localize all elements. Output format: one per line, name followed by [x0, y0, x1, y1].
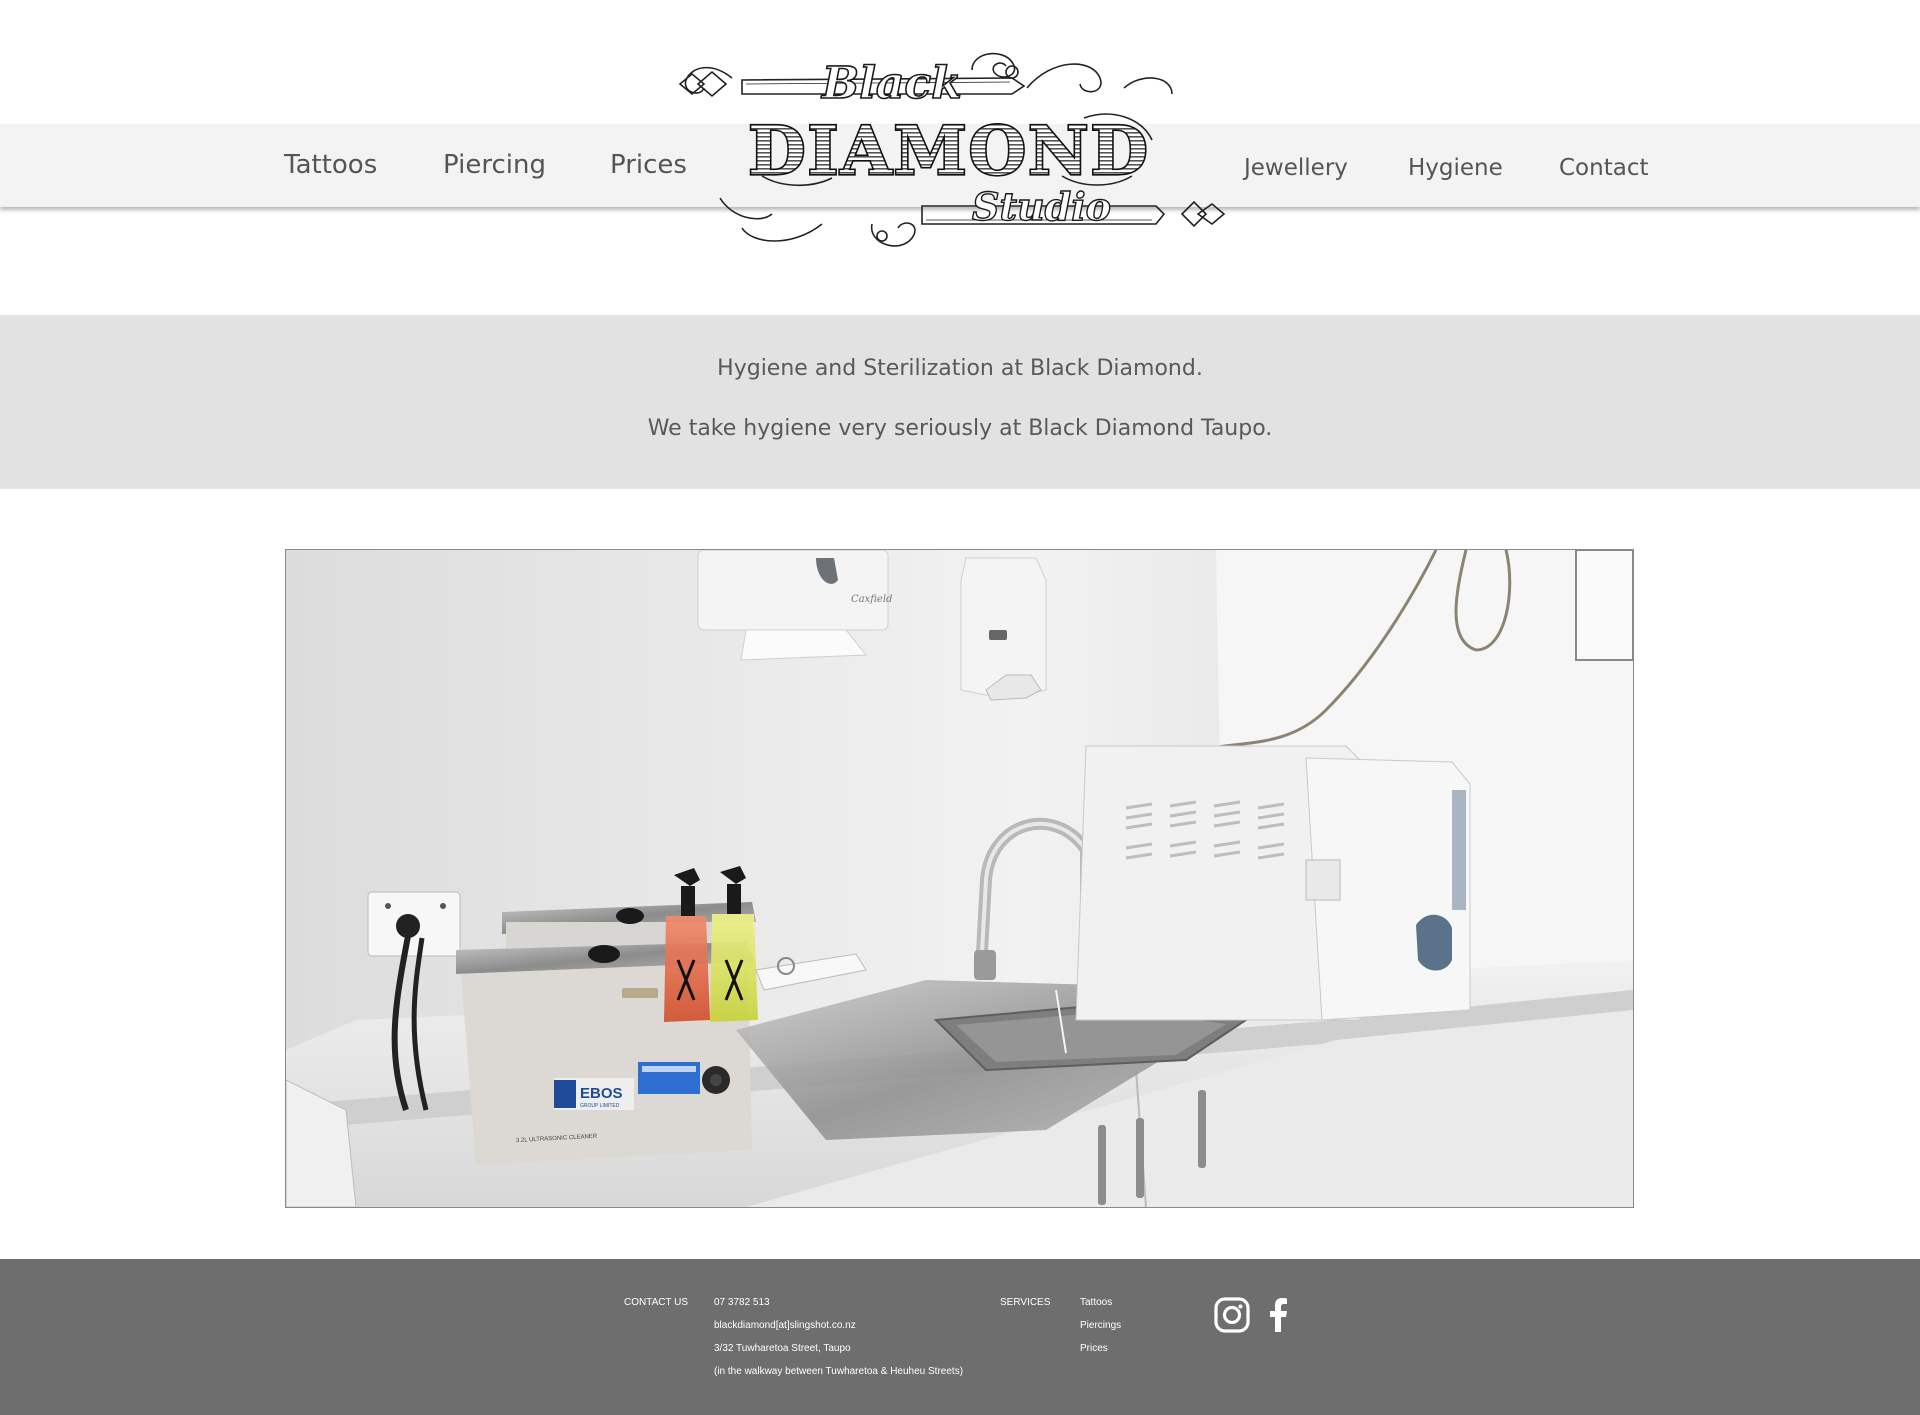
instagram-icon[interactable] [1213, 1296, 1251, 1334]
dispenser-brand: Caxfield [851, 594, 892, 605]
intro-text: We take hygiene very seriously at Black … [647, 416, 1273, 441]
logo-word-diamond-fill: DIAMOND [748, 112, 1149, 190]
footer-address: 3/32 Tuwharetoa Street, Taupo [714, 1343, 851, 1354]
footer-contact-heading: CONTACT US [624, 1297, 689, 1308]
cleaner-subtitle: GROUP LIMITED [580, 1103, 620, 1109]
cleaner-brand: EBOS [580, 1085, 623, 1102]
logo-word-black: Black [820, 58, 962, 109]
page: Tattoos Piercing Prices Jewellery Hygien… [0, 0, 1920, 1415]
nav-link-tattoos[interactable]: Tattoos [284, 150, 377, 180]
hygiene-room-photo: Caxfield EBOS GROUP LIMITED 3.2L ULTRASO… [285, 549, 1634, 1208]
footer-services-heading: SERVICES [1000, 1297, 1051, 1308]
footer-link-tattoos[interactable]: Tattoos [1080, 1297, 1112, 1308]
brand-logo[interactable]: Black DIAMOND DIAMOND Studio [672, 48, 1226, 258]
nav-link-contact[interactable]: Contact [1559, 155, 1648, 181]
nav-link-jewellery[interactable]: Jewellery [1244, 155, 1348, 181]
intro-heading: Hygiene and Sterilization at Black Diamo… [717, 356, 1203, 381]
footer-link-piercings[interactable]: Piercings [1080, 1320, 1121, 1331]
footer-email[interactable]: blackdiamond[at]slingshot.co.nz [714, 1320, 856, 1331]
footer [0, 1259, 1920, 1415]
footer-link-prices[interactable]: Prices [1080, 1343, 1108, 1354]
footer-phone[interactable]: 07 3782 513 [714, 1297, 770, 1308]
facebook-icon[interactable] [1260, 1296, 1298, 1334]
nav-link-piercing[interactable]: Piercing [443, 150, 546, 180]
intro-band [0, 315, 1920, 489]
logo-word-studio: Studio [972, 184, 1111, 229]
footer-address-note: (in the walkway between Tuwharetoa & Heu… [714, 1366, 964, 1377]
nav-link-hygiene[interactable]: Hygiene [1408, 155, 1503, 181]
